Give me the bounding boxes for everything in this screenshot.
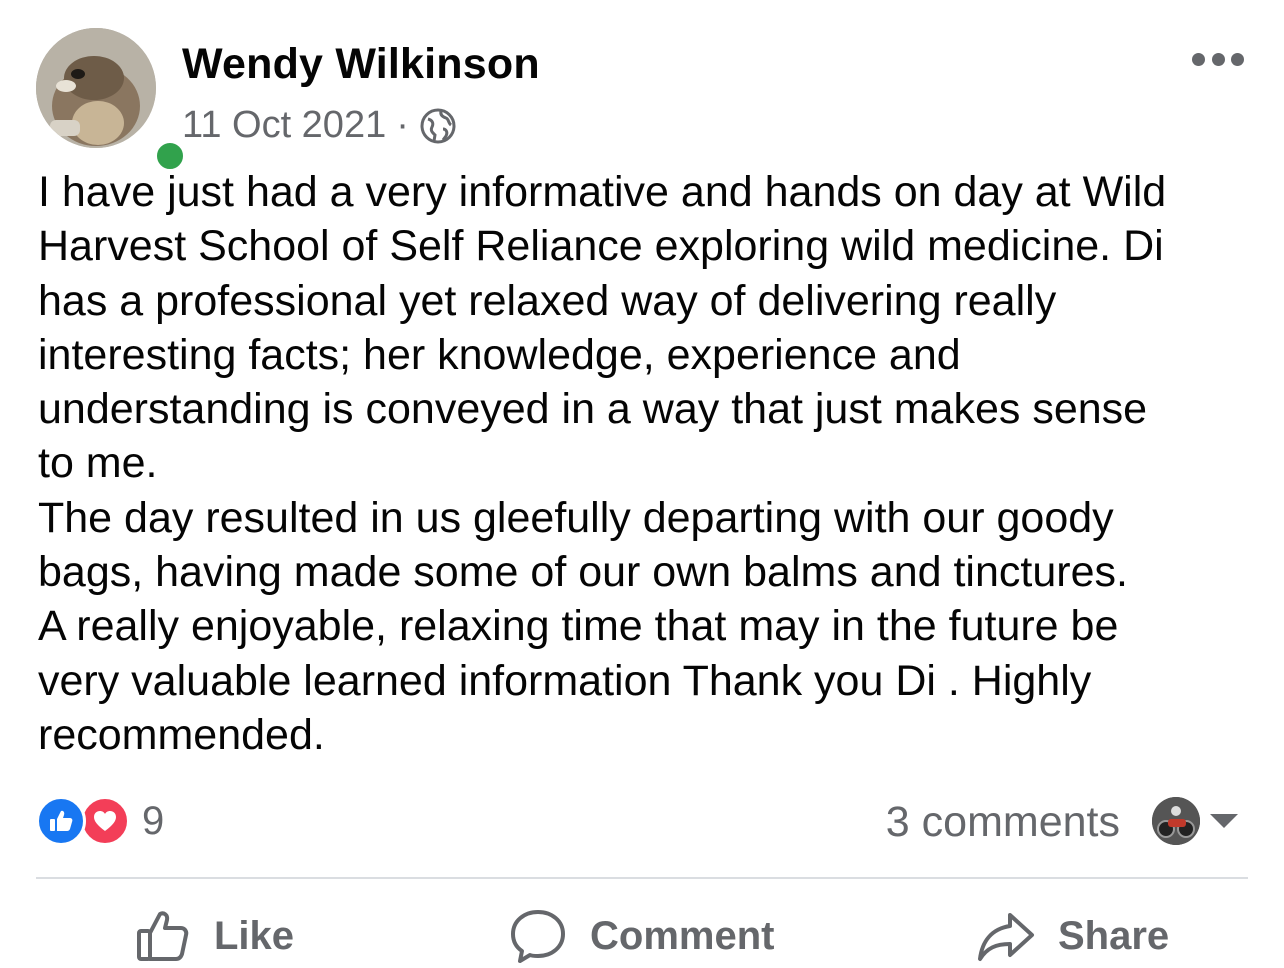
like-label: Like bbox=[214, 913, 295, 958]
post-date[interactable]: 11 Oct 2021 bbox=[182, 104, 386, 147]
post-meta: 11 Oct 2021 · bbox=[182, 104, 457, 147]
more-options-icon[interactable] bbox=[1192, 46, 1244, 72]
share-icon bbox=[978, 913, 1034, 961]
post-body: I have just had a very informative and h… bbox=[38, 168, 1167, 759]
author-name[interactable]: Wendy Wilkinson bbox=[182, 40, 540, 89]
reactions-summary[interactable]: 9 bbox=[36, 796, 164, 846]
dot bbox=[1211, 52, 1225, 66]
like-reaction-icon bbox=[36, 796, 86, 846]
share-label: Share bbox=[1058, 913, 1170, 958]
divider bbox=[36, 877, 1248, 879]
meta-separator: · bbox=[396, 104, 409, 146]
comment-button[interactable]: Comment bbox=[508, 904, 774, 968]
avatar-image bbox=[36, 28, 156, 148]
dot bbox=[1192, 52, 1205, 66]
like-button[interactable]: Like bbox=[134, 904, 294, 968]
globe-icon bbox=[419, 107, 457, 145]
share-button[interactable]: Share bbox=[976, 904, 1169, 968]
comment-icon bbox=[511, 910, 565, 963]
dot bbox=[1231, 52, 1244, 66]
chevron-down-icon[interactable] bbox=[1210, 814, 1238, 828]
comment-label: Comment bbox=[590, 913, 775, 958]
love-reaction-icon bbox=[80, 796, 130, 846]
reaction-count: 9 bbox=[142, 798, 165, 843]
commenter-avatar[interactable] bbox=[1152, 797, 1200, 845]
comments-count[interactable]: 3 comments bbox=[886, 798, 1120, 847]
thumbs-up-icon bbox=[137, 911, 189, 961]
author-avatar[interactable] bbox=[36, 28, 188, 174]
